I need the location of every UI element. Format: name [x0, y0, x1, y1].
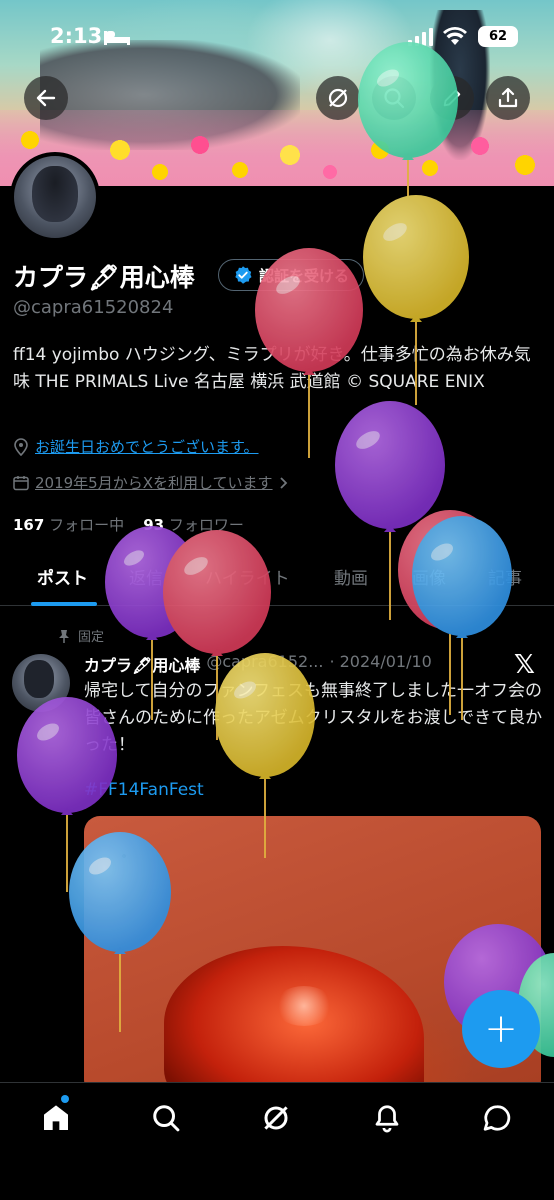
post-author[interactable]: カプラ🖋用心棒 — [84, 652, 200, 676]
sleep-icon — [104, 31, 130, 45]
tab-highlights[interactable]: ハイライト — [205, 564, 290, 589]
compose-plus-icon: + — [484, 1006, 518, 1052]
profile-birthday: お誕生日おめでとうございます。 — [13, 436, 259, 457]
pin-icon — [59, 629, 69, 643]
edit-icon — [443, 89, 461, 107]
post-date[interactable]: · 2024/01/10 — [329, 652, 431, 676]
notifications-icon — [375, 1105, 399, 1133]
post-header: カプラ🖋用心棒 @capra6152... · 2024/01/10 — [84, 652, 432, 676]
nav-explore[interactable] — [146, 1098, 186, 1138]
search-button[interactable] — [372, 76, 416, 120]
followers-count: 93 — [143, 516, 165, 534]
search-icon — [384, 88, 405, 109]
post-handle[interactable]: @capra6152... — [206, 652, 323, 676]
active-tab-indicator — [31, 602, 97, 606]
home-icon — [44, 1105, 68, 1130]
pinned-indicator: 固定 — [58, 626, 104, 645]
followers-label: フォロワー — [168, 516, 244, 534]
status-time: 2:13 — [50, 24, 103, 48]
grok-icon — [264, 1106, 288, 1130]
pinned-label: 固定 — [78, 630, 105, 645]
post-text[interactable]: 帰宅して自分のファンフェスも無事終了しました一オフ会の皆さんのために作ったアゼム… — [84, 678, 544, 759]
status-bar: 2:13 62 — [0, 22, 554, 52]
tab-articles[interactable]: 記事 — [488, 564, 522, 589]
back-button[interactable] — [24, 76, 68, 120]
birthday-link[interactable]: お誕生日おめでとうございます。 — [35, 436, 259, 457]
get-verified-button[interactable]: 認証を受ける — [218, 259, 365, 291]
follow-counts: 167 フォロー中 93 フォロワー — [13, 514, 244, 535]
following-link[interactable]: 167 フォロー中 — [13, 516, 124, 534]
get-verified-label: 認証を受ける — [259, 266, 350, 285]
post-hashtag[interactable]: #FF14FanFest — [84, 780, 204, 800]
edit-button[interactable] — [430, 76, 474, 120]
profile-bio: ff14 yojimbo ハウジング、ミラプリが好き。仕事多忙の為お休み気味 T… — [13, 345, 531, 392]
share-icon — [498, 87, 518, 108]
calendar-icon — [13, 475, 29, 490]
nav-messages[interactable] — [477, 1098, 517, 1138]
bottom-navigation — [0, 1082, 554, 1200]
tab-replies[interactable]: 返信 — [129, 564, 163, 589]
chevron-right-icon — [279, 476, 287, 489]
verified-badge-icon — [235, 266, 252, 284]
profile-tabs: ポスト 返信 ハイライト 動画 画像 記事 — [0, 550, 554, 606]
nav-notifications[interactable] — [367, 1098, 407, 1138]
joined-text: 2019年5月からXを利用しています — [35, 474, 273, 492]
profile-handle: @capra61520824 — [13, 297, 174, 318]
profile-joined[interactable]: 2019年5月からXを利用しています — [13, 472, 289, 493]
home-unread-dot — [61, 1095, 69, 1103]
share-button[interactable] — [486, 76, 530, 120]
grok-button[interactable] — [316, 76, 360, 120]
profile-avatar[interactable] — [10, 152, 100, 242]
wifi-icon — [443, 27, 467, 45]
following-label: フォロー中 — [49, 516, 125, 534]
followers-link[interactable]: 93 フォロワー — [143, 516, 244, 534]
messages-icon — [483, 1105, 511, 1131]
following-count: 167 — [13, 516, 45, 534]
tab-posts[interactable]: ポスト — [37, 564, 88, 589]
location-icon — [14, 437, 28, 456]
back-arrow-icon — [36, 89, 56, 107]
tab-videos[interactable]: 動画 — [334, 564, 368, 589]
explore-icon — [153, 1105, 180, 1132]
post-avatar[interactable] — [12, 654, 70, 712]
nav-grok[interactable] — [256, 1098, 296, 1138]
signal-icon — [408, 28, 433, 46]
grok-icon — [328, 88, 348, 108]
compose-button[interactable]: + — [462, 990, 540, 1068]
nav-home[interactable] — [36, 1098, 76, 1138]
profile-name: カプラ🖋用心棒 — [13, 263, 195, 292]
x-logo-icon[interactable]: 𝕏 — [514, 650, 535, 680]
battery-indicator: 62 — [478, 26, 518, 47]
tab-photos[interactable]: 画像 — [412, 564, 446, 589]
